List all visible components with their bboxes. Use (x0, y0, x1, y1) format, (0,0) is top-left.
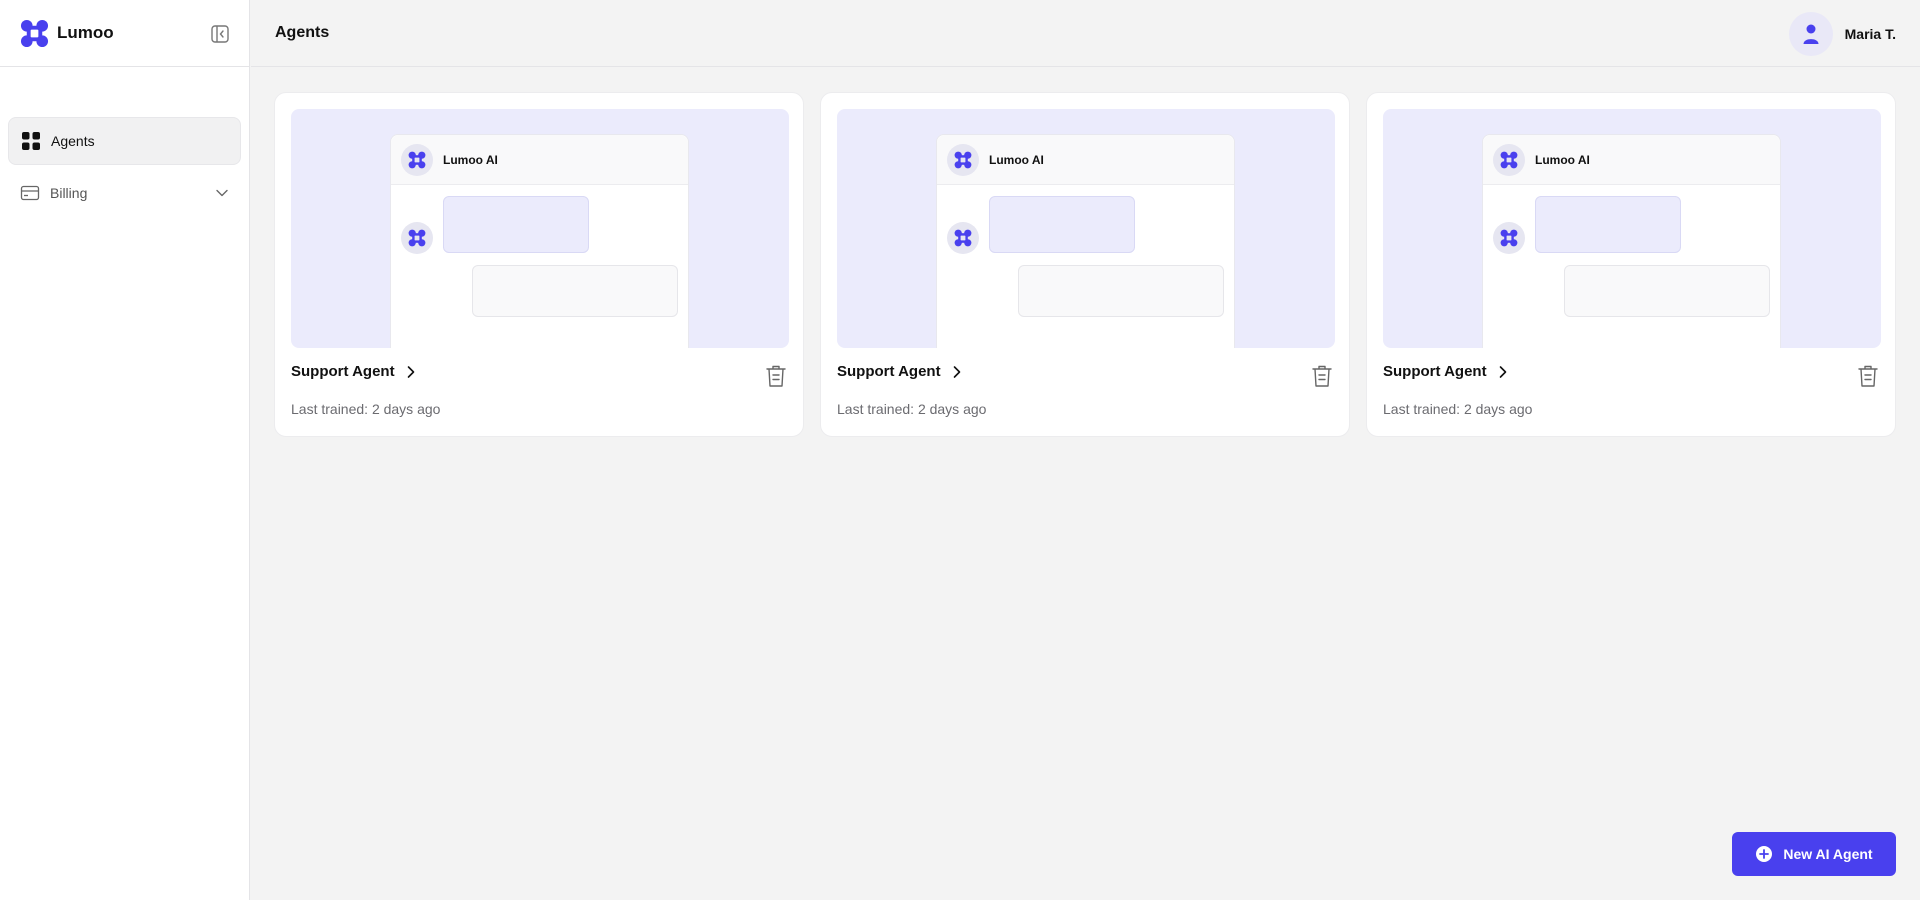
bot-avatar (1493, 222, 1525, 254)
bot-avatar (401, 143, 433, 176)
user-icon (1803, 24, 1819, 44)
message-bubble-user (1564, 265, 1770, 317)
agent-title-link[interactable]: Support Agent (1383, 363, 1509, 380)
new-ai-agent-button[interactable]: New AI Agent (1732, 832, 1896, 876)
brand-name: Lumoo (57, 23, 114, 42)
sidebar-item-label: Agents (51, 133, 95, 149)
agent-last-trained: Last trained: 2 days ago (291, 401, 441, 417)
sidebar-item-agents[interactable]: Agents (8, 117, 241, 165)
bot-avatar (1493, 143, 1525, 176)
lumoo-logo-icon (408, 151, 426, 168)
topbar: Agents Maria T. (251, 0, 1920, 67)
grid-icon (22, 132, 40, 150)
chevron-right-icon (407, 365, 414, 378)
lumoo-logo-icon (954, 229, 972, 247)
agent-cards: Lumoo AI Support Agent Last trained: 2 d… (274, 92, 1896, 437)
user-menu[interactable]: Maria T. (1788, 12, 1896, 56)
chat-preview: Lumoo AI (936, 134, 1235, 348)
agent-title-link[interactable]: Support Agent (837, 363, 963, 380)
agent-title: Support Agent (837, 363, 941, 380)
sidebar-collapse-icon[interactable] (211, 25, 229, 43)
chat-header: Lumoo AI (1483, 135, 1780, 185)
message-bubble-bot (1535, 196, 1681, 253)
lumoo-logo-icon (954, 151, 972, 168)
sidebar-nav: Agents Billing (0, 67, 249, 217)
credit-card-icon (20, 185, 40, 201)
trash-icon[interactable] (765, 364, 787, 388)
chat-preview: Lumoo AI (1482, 134, 1781, 348)
message-bubble-user (1018, 265, 1224, 317)
agent-card[interactable]: Lumoo AI Support Agent Last trained: 2 d… (1366, 92, 1896, 437)
agent-preview: Lumoo AI (1383, 109, 1881, 348)
user-name: Maria T. (1844, 26, 1896, 42)
lumoo-logo-icon (20, 19, 49, 47)
trash-icon[interactable] (1311, 364, 1333, 388)
lumoo-logo-icon (1500, 229, 1518, 247)
sidebar-header: Lumoo (0, 0, 249, 67)
lumoo-logo-icon (408, 229, 426, 247)
page-title: Agents (275, 24, 330, 41)
sidebar: Lumoo Agents Billing (0, 0, 250, 900)
chevron-right-icon (1499, 365, 1506, 378)
sidebar-item-billing[interactable]: Billing (8, 169, 241, 217)
agent-title: Support Agent (291, 363, 395, 380)
agent-preview: Lumoo AI (291, 109, 789, 348)
bot-avatar (401, 222, 433, 254)
plus-circle-icon (1756, 846, 1773, 862)
chevron-right-icon (953, 365, 960, 378)
bot-avatar (947, 143, 979, 176)
agent-last-trained: Last trained: 2 days ago (837, 401, 987, 417)
new-ai-agent-label: New AI Agent (1783, 846, 1873, 862)
avatar[interactable] (1788, 12, 1833, 56)
message-bubble-user (472, 265, 678, 317)
sidebar-item-label: Billing (50, 185, 88, 201)
chat-title: Lumoo AI (989, 152, 1044, 167)
logo[interactable]: Lumoo (20, 19, 114, 48)
chat-preview: Lumoo AI (390, 134, 689, 348)
message-bubble-bot (989, 196, 1135, 253)
message-bubble-bot (443, 196, 589, 253)
trash-icon[interactable] (1857, 364, 1879, 388)
chat-header: Lumoo AI (391, 135, 688, 185)
bot-avatar (947, 222, 979, 254)
lumoo-logo-icon (1500, 151, 1518, 168)
agent-preview: Lumoo AI (837, 109, 1335, 348)
chat-title: Lumoo AI (443, 152, 498, 167)
agent-title-link[interactable]: Support Agent (291, 363, 417, 380)
agent-card[interactable]: Lumoo AI Support Agent Last trained: 2 d… (274, 92, 804, 437)
chevron-down-icon[interactable] (215, 186, 229, 200)
agent-title: Support Agent (1383, 363, 1487, 380)
agent-card[interactable]: Lumoo AI Support Agent Last trained: 2 d… (820, 92, 1350, 437)
chat-title: Lumoo AI (1535, 152, 1590, 167)
chat-header: Lumoo AI (937, 135, 1234, 185)
agent-last-trained: Last trained: 2 days ago (1383, 401, 1533, 417)
